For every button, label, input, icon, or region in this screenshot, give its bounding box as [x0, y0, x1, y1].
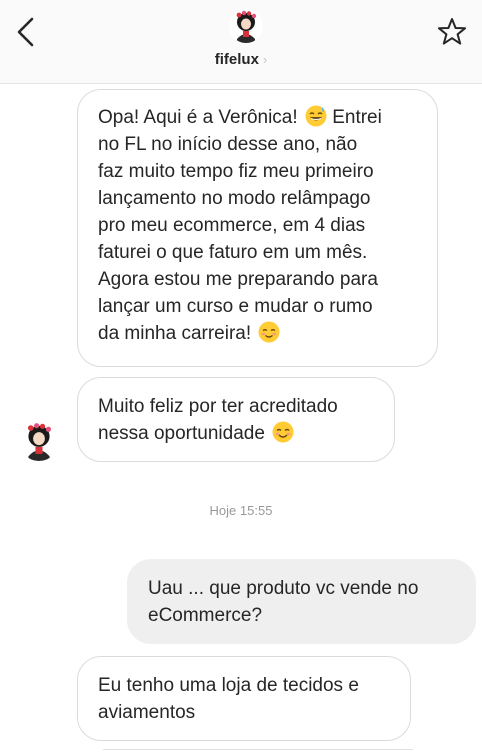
- message-line: Entrei: [332, 107, 382, 128]
- message-line: pro meu ecommerce, em 4 dias: [98, 215, 366, 236]
- message-bubble-outgoing[interactable]: Uau ... que produto vc vende no eCommerc…: [127, 559, 476, 644]
- message-line: lançar um curso e mudar o rumo: [98, 296, 373, 317]
- star-outline-icon: [438, 18, 466, 45]
- message-line: aviamentos: [98, 702, 196, 723]
- message-line: Uau ... que produto vc vende no: [148, 578, 419, 599]
- chevron-right-icon: ›: [262, 52, 268, 67]
- message-line: Agora estou me preparando para: [98, 269, 378, 290]
- contact-avatar[interactable]: [229, 9, 263, 43]
- message-line: faz muito tempo fiz meu primeiro: [98, 161, 374, 182]
- avatar-illustration-icon: [229, 9, 263, 43]
- chat-header: fifelux ›: [0, 0, 482, 84]
- message-line: lançamento no modo relâmpago: [98, 188, 371, 209]
- smiling-blush-emoji-icon: [258, 321, 280, 343]
- smiling-face-emoji-icon: [272, 421, 294, 443]
- message-line: eCommerce?: [148, 605, 263, 626]
- message-line: Eu tenho uma loja de tecidos e: [98, 675, 359, 696]
- message-line: no FL no início desse ano, não: [98, 134, 358, 155]
- avatar-illustration-icon: [19, 421, 59, 461]
- back-button[interactable]: [12, 14, 40, 50]
- grinning-sweat-emoji-icon: [305, 105, 327, 127]
- message-line: faturei o que faturo em um mês.: [98, 242, 368, 263]
- message-timestamp: Hoje 15:55: [209, 503, 273, 518]
- message-bubble-incoming[interactable]: Opa! Aqui é a Verônica! Entrei no FL no …: [77, 89, 438, 367]
- contact-username[interactable]: fifelux ›: [0, 51, 482, 68]
- chevron-left-icon: [17, 17, 34, 47]
- star-button[interactable]: [436, 16, 468, 48]
- message-bubble-incoming[interactable]: Eu tenho uma loja de tecidos e aviamento…: [77, 656, 411, 741]
- sender-avatar[interactable]: [19, 421, 59, 461]
- message-line: da minha carreira!: [98, 323, 252, 344]
- message-line: Opa! Aqui é a Verônica!: [98, 107, 298, 128]
- message-line: Muito feliz por ter acreditado: [98, 396, 338, 417]
- message-line: nessa oportunidade: [98, 423, 265, 444]
- message-bubble-incoming[interactable]: Muito feliz por ter acreditado nessa opo…: [77, 377, 395, 462]
- next-bubble-edge: [103, 749, 413, 750]
- username-text: fifelux: [214, 51, 259, 68]
